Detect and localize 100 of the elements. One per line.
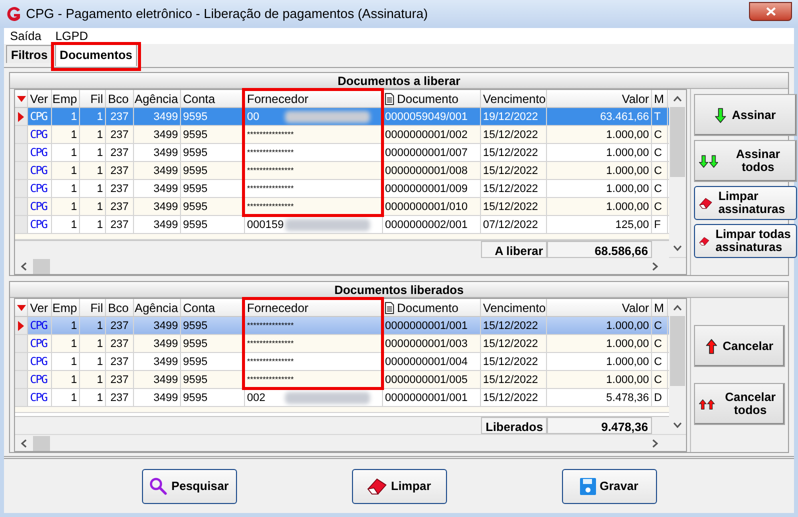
- action-button[interactable]: Assinar todos: [694, 140, 797, 182]
- column-header[interactable]: Documento: [383, 90, 481, 107]
- table-cell: 237: [106, 162, 134, 179]
- footer-button[interactable]: Pesquisar: [142, 468, 236, 504]
- current-row-icon: [18, 320, 24, 330]
- column-header[interactable]: Valor: [547, 90, 652, 107]
- table-cell: C: [652, 144, 668, 161]
- menu-item[interactable]: Saída: [10, 27, 42, 45]
- action-button[interactable]: Cancelar todos: [694, 383, 785, 425]
- action-button[interactable]: Assinar: [694, 94, 797, 136]
- table-row[interactable]: CPG 1 1 237 3499 9595 *************** 0000000001/007 15/12/2022 1.000,00 C: [15, 144, 669, 162]
- table-cell: 1: [52, 335, 80, 352]
- scroll-thumb[interactable]: [670, 107, 685, 177]
- column-header[interactable]: M: [652, 299, 668, 316]
- table-cell: 237: [106, 180, 134, 197]
- table-cell: ***************: [245, 353, 383, 370]
- table-cell: ***************: [245, 162, 383, 179]
- column-header[interactable]: M: [652, 90, 668, 107]
- scroll-down-icon: [673, 245, 682, 251]
- table-cell: ***************: [245, 126, 383, 143]
- row-header-cell[interactable]: [15, 108, 28, 125]
- column-header[interactable]: Fil: [80, 299, 106, 316]
- column-header[interactable]: Ver: [28, 299, 52, 316]
- menu-item[interactable]: LGPD: [55, 27, 88, 45]
- row-header-cell[interactable]: [15, 144, 28, 161]
- column-header[interactable]: Agência: [134, 90, 181, 107]
- table-row[interactable]: CPG 1 1 237 3499 9595 *************** 0000000001/010 15/12/2022 1.000,00 C: [15, 198, 669, 216]
- table-cell: 0000000001/005: [383, 371, 481, 388]
- table-cell: 237: [106, 144, 134, 161]
- table-row[interactable]: CPG 1 1 237 3499 9595 *************** 0000000001/005 15/12/2022 1.000,00 C: [15, 371, 669, 389]
- row-header-cell[interactable]: [15, 162, 28, 179]
- table-cell: 1: [80, 317, 106, 334]
- table-cell: 15/12/2022: [481, 335, 547, 352]
- column-header[interactable]: Emp: [52, 299, 80, 316]
- table-row[interactable]: CPG 1 1 237 3499 9595 002 0000000001/001 15/12/2022 5.478,36 D: [15, 389, 669, 407]
- table-cell: 0000059049/001: [383, 108, 481, 125]
- row-header-cell[interactable]: [15, 198, 28, 215]
- vertical-scrollbar[interactable]: [669, 90, 686, 257]
- row-header-cell[interactable]: [15, 335, 28, 352]
- horizontal-scrollbar[interactable]: [15, 257, 686, 274]
- row-header-cell[interactable]: [15, 126, 28, 143]
- table-cell: 0000000001/007: [383, 144, 481, 161]
- panel-title: Documentos a liberar: [10, 73, 788, 89]
- column-header[interactable]: Documento: [383, 299, 481, 316]
- table-cell: 1.000,00: [547, 162, 652, 179]
- footer-button[interactable]: Gravar: [562, 468, 656, 504]
- column-header[interactable]: Fornecedor: [245, 90, 383, 107]
- action-button[interactable]: Limpar assinaturas: [694, 186, 797, 220]
- table-row[interactable]: CPG 1 1 237 3499 9595 *************** 0000000001/003 15/12/2022 1.000,00 C: [15, 335, 669, 353]
- table-cell: C: [652, 198, 668, 215]
- scroll-thumb[interactable]: [33, 258, 50, 274]
- table-cell: C: [652, 126, 668, 143]
- tab[interactable]: Documentos: [54, 44, 138, 66]
- footer-button[interactable]: Limpar: [352, 468, 446, 504]
- table-cell: 0000000001/010: [383, 198, 481, 215]
- table-row[interactable]: CPG 1 1 237 3499 9595 000159 0000000002/001 07/12/2022 125,00 F: [15, 216, 669, 234]
- column-header[interactable]: Agência: [134, 299, 181, 316]
- column-header[interactable]: Emp: [52, 90, 80, 107]
- row-header-cell[interactable]: [15, 389, 28, 406]
- column-header[interactable]: Valor: [547, 299, 652, 316]
- column-header[interactable]: Bco: [106, 299, 134, 316]
- close-button[interactable]: [749, 2, 792, 20]
- table-cell: CPG: [28, 108, 52, 125]
- row-header-cell[interactable]: [15, 317, 28, 334]
- vertical-scrollbar[interactable]: [669, 299, 686, 434]
- horizontal-scrollbar[interactable]: [15, 434, 686, 451]
- table-cell: 9595: [181, 371, 245, 388]
- column-header[interactable]: Fil: [80, 90, 106, 107]
- action-button[interactable]: Cancelar: [694, 325, 785, 367]
- row-header-cell[interactable]: [15, 216, 28, 233]
- tab[interactable]: Filtros: [6, 45, 53, 63]
- row-header-cell[interactable]: [15, 180, 28, 197]
- table-cell: 3499: [134, 108, 181, 125]
- table-cell: C: [652, 335, 668, 352]
- column-header[interactable]: Conta: [181, 90, 245, 107]
- scroll-thumb[interactable]: [670, 316, 685, 386]
- row-header-cell[interactable]: [15, 353, 28, 370]
- column-header[interactable]: Vencimento: [481, 90, 547, 107]
- scroll-thumb[interactable]: [33, 436, 50, 450]
- column-header[interactable]: Fornecedor: [245, 299, 383, 316]
- table-cell: 237: [106, 353, 134, 370]
- table-cell: 1: [80, 198, 106, 215]
- table-row[interactable]: CPG 1 1 237 3499 9595 *************** 0000000001/004 15/12/2022 1.000,00 C: [15, 353, 669, 371]
- table-cell: 125,00: [547, 216, 652, 233]
- column-header[interactable]: Conta: [181, 299, 245, 316]
- table-cell: 1: [52, 371, 80, 388]
- column-header[interactable]: Vencimento: [481, 299, 547, 316]
- table-row[interactable]: CPG 1 1 237 3499 9595 *************** 0000000001/008 15/12/2022 1.000,00 C: [15, 162, 669, 180]
- table-row[interactable]: CPG 1 1 237 3499 9595 *************** 0000000001/001 15/12/2022 1.000,00 C: [15, 317, 669, 335]
- column-header[interactable]: Ver: [28, 90, 52, 107]
- column-header[interactable]: Bco: [106, 90, 134, 107]
- table-cell: 1: [52, 108, 80, 125]
- row-header-cell[interactable]: [15, 371, 28, 388]
- table-row[interactable]: CPG 1 1 237 3499 9595 *************** 0000000001/002 15/12/2022 1.000,00 C: [15, 126, 669, 144]
- table-cell: 1: [52, 353, 80, 370]
- action-button[interactable]: Limpar todas assinaturas: [694, 224, 797, 258]
- table-cell: 9595: [181, 335, 245, 352]
- panel-title: Documentos liberados: [10, 282, 788, 298]
- document-icon: [385, 302, 394, 314]
- table-row[interactable]: CPG 1 1 237 3499 9595 *************** 0000000001/009 15/12/2022 1.000,00 C: [15, 180, 669, 198]
